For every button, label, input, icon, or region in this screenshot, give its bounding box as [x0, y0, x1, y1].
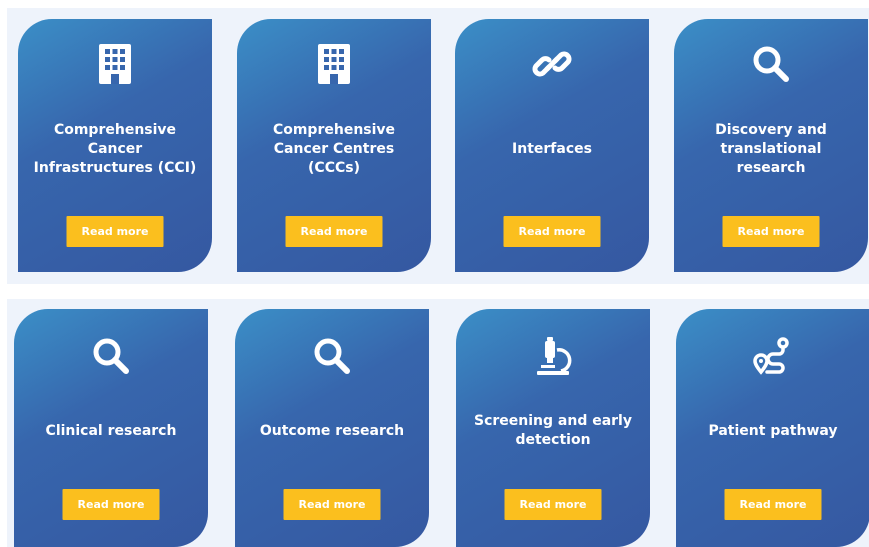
search-icon: [751, 44, 791, 84]
route-icon: [753, 336, 793, 376]
card-title: Discovery and translational research: [715, 121, 827, 176]
read-more-button[interactable]: Read more: [285, 216, 383, 247]
card-title: Screening and early detection: [474, 413, 632, 448]
read-more-button[interactable]: Read more: [503, 216, 601, 247]
read-more-button[interactable]: Read more: [724, 489, 822, 520]
building-icon: [314, 44, 354, 84]
search-icon: [91, 336, 131, 376]
card-patient-pathway[interactable]: Patient pathway Read more: [676, 309, 869, 547]
microscope-icon: [533, 336, 573, 376]
read-more-button[interactable]: Read more: [62, 489, 160, 520]
search-icon: [312, 336, 352, 376]
card-clinical-research[interactable]: Clinical research Read more: [14, 309, 208, 547]
read-more-button[interactable]: Read more: [722, 216, 820, 247]
card-title: Interfaces: [512, 140, 592, 157]
card-title: Comprehensive Cancer Centres (CCCs): [272, 121, 396, 176]
card-title: Clinical research: [45, 422, 177, 439]
card-interfaces[interactable]: Interfaces Read more: [455, 19, 649, 272]
card-outcome-research[interactable]: Outcome research Read more: [235, 309, 429, 547]
card-title: Outcome research: [259, 422, 405, 439]
card-title: Patient pathway: [708, 422, 838, 439]
read-more-button[interactable]: Read more: [504, 489, 602, 520]
read-more-button[interactable]: Read more: [66, 216, 164, 247]
read-more-button[interactable]: Read more: [283, 489, 381, 520]
building-icon: [95, 44, 135, 84]
card-cccs[interactable]: Comprehensive Cancer Centres (CCCs) Read…: [237, 19, 431, 272]
card-title: Comprehensive Cancer Infrastructures (CC…: [33, 121, 197, 176]
card-discovery[interactable]: Discovery and translational research Rea…: [674, 19, 868, 272]
link-icon: [532, 44, 572, 84]
card-screening[interactable]: Screening and early detection Read more: [456, 309, 650, 547]
card-cci[interactable]: Comprehensive Cancer Infrastructures (CC…: [18, 19, 212, 272]
